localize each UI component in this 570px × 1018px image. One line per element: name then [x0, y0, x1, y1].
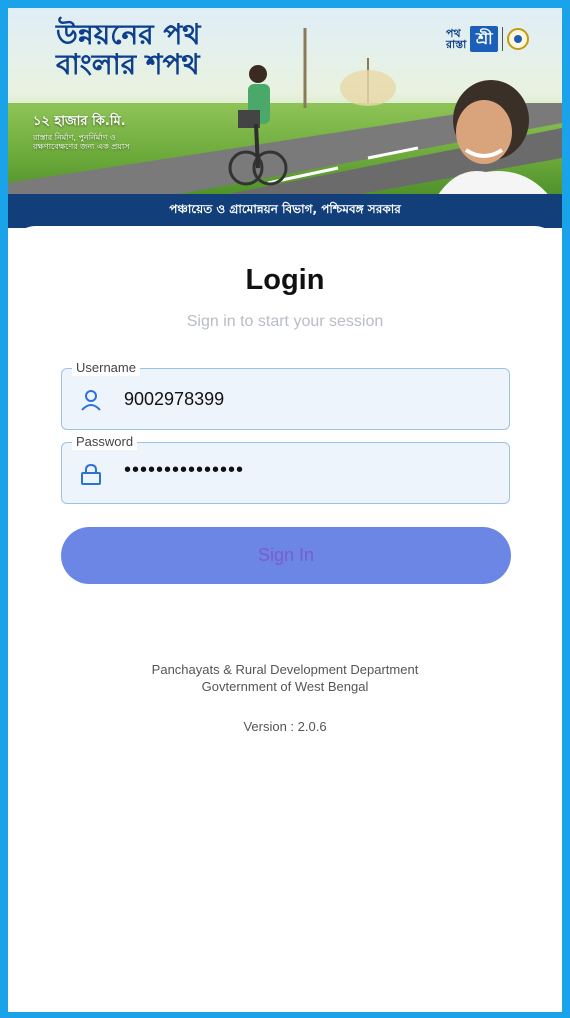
logo-text-bottom: রাস্তা — [446, 38, 467, 51]
login-card: Login Sign in to start your session User… — [8, 226, 562, 1012]
banner-sub-line-1: ১২ হাজার কি.মি. — [33, 114, 126, 129]
page-title: Login — [245, 264, 325, 296]
header-banner: উন্নয়নের পথ বাংলার শপথ ১২ হাজার কি.মি. … — [8, 8, 562, 238]
footer-line-1: Panchayats & Rural Development Departmen… — [151, 662, 419, 677]
headline-line-2: বাংলার শপথ — [56, 48, 200, 81]
app-frame: উন্নয়নের পথ বাংলার শপথ ১২ হাজার কি.মি. … — [8, 8, 562, 1012]
user-icon — [81, 390, 101, 411]
page-subtitle: Sign in to start your session — [186, 313, 384, 330]
logo-divider — [502, 27, 504, 51]
username-input[interactable]: 9002978399 — [124, 389, 224, 410]
banner-subtext: ১২ হাজার কি.মি. রাস্তার নির্মাণ, পুনর্নি… — [33, 112, 153, 151]
logo-wordmark: পথ রাস্তা — [446, 28, 466, 50]
lock-icon — [81, 463, 101, 485]
password-input[interactable]: ••••••••••••••• — [124, 459, 244, 482]
footer-line-2: Govternment of West Bengal — [201, 679, 369, 694]
password-field[interactable]: Password ••••••••••••••• — [61, 434, 510, 504]
cyclist-figure — [228, 65, 288, 186]
person-portrait — [436, 80, 551, 198]
username-field[interactable]: Username 9002978399 — [61, 360, 510, 430]
username-label: Username — [72, 360, 140, 376]
banner-sub-line-2: রাস্তার নির্মাণ, পুনর্নির্মাণ ও রক্ষণাবে… — [33, 133, 130, 151]
pathashree-logo: পথ রাস্তা শ্রী — [446, 24, 550, 54]
headline-line-1: উন্নয়নের পথ — [56, 18, 201, 51]
sign-in-button[interactable]: Sign In — [61, 527, 511, 584]
department-banner-bar: পঞ্চায়েত ও গ্রামোন্নয়ন বিভাগ, পশ্চিমবঙ… — [8, 194, 562, 228]
footer-department: Panchayats & Rural Development Departmen… — [8, 661, 562, 695]
banner-headline: উন্নয়নের পথ বাংলার শপথ — [56, 20, 201, 80]
app-version: Version : 2.0.6 — [243, 719, 327, 734]
logo-mark: শ্রী — [470, 26, 499, 52]
state-emblem-icon — [507, 28, 530, 50]
password-label: Password — [72, 434, 138, 450]
